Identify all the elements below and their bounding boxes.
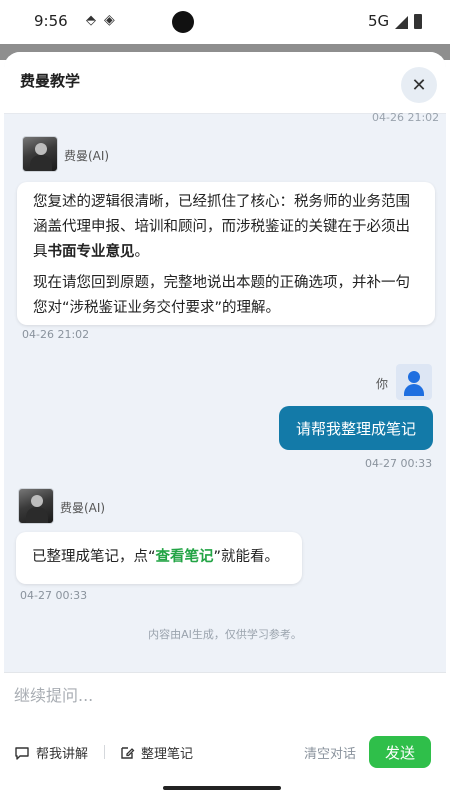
ai-sender-name: 费曼(AI) bbox=[60, 501, 106, 515]
battery-icon bbox=[414, 14, 422, 29]
ai-message-paragraph: 现在请您回到原题，完整地说出本题的正确选项，并补一句您对“涉税鉴证业务交付要求”… bbox=[33, 275, 410, 316]
send-label: 发送 bbox=[384, 743, 415, 762]
status-bar: 9:56 ⬘ ◈ 5G bbox=[0, 0, 450, 44]
ai-message-paragraph: 已整理成笔记，点“查看笔记”就能看。 bbox=[32, 549, 280, 565]
status-time: 9:56 bbox=[34, 12, 68, 30]
network-type: 5G bbox=[368, 12, 390, 30]
ai-message-bubble: 已整理成笔记，点“查看笔记”就能看。 bbox=[16, 532, 302, 584]
explain-button[interactable]: 帮我讲解 bbox=[14, 743, 88, 762]
explain-label: 帮我讲解 bbox=[36, 747, 89, 762]
user-avatar bbox=[396, 364, 432, 400]
camera-cutout bbox=[172, 11, 194, 33]
message-timestamp: 04-27 00:33 bbox=[365, 457, 433, 470]
ai-message-bubble: 您复述的逻辑很清晰，已经抓住了核心：税务师的业务范围涵盖代理申报、培训和顾问，而… bbox=[17, 182, 435, 325]
message-timestamp: 04-27 00:33 bbox=[20, 589, 88, 602]
app-diamond-icon: ◈ bbox=[104, 12, 115, 28]
close-icon: ✕ bbox=[411, 74, 427, 96]
ai-sender-name: 费曼(AI) bbox=[64, 149, 110, 163]
bold-phrase: 书面专业意见 bbox=[47, 244, 135, 260]
sheet-title: 费曼教学 bbox=[20, 72, 81, 90]
view-notes-link[interactable]: 查看笔记 bbox=[156, 549, 214, 565]
clear-conversation-button[interactable]: 清空对话 bbox=[304, 743, 356, 762]
organize-notes-label: 整理笔记 bbox=[141, 747, 194, 762]
nav-arrow-icon: ⬘ bbox=[86, 13, 96, 28]
ai-avatar bbox=[18, 488, 54, 524]
tool-divider bbox=[104, 745, 105, 759]
organize-notes-button[interactable]: 整理笔记 bbox=[119, 743, 193, 762]
question-input[interactable] bbox=[14, 679, 434, 711]
previous-timestamp: 04-26 21:02 bbox=[372, 111, 440, 124]
feynman-sheet: 费曼教学 ✕ 04-26 21:02 费曼(AI) 您复述的逻辑很清晰，已经抓住… bbox=[4, 52, 446, 800]
message-timestamp: 04-26 21:02 bbox=[22, 328, 90, 341]
ai-avatar bbox=[22, 136, 58, 172]
close-button[interactable]: ✕ bbox=[401, 67, 437, 103]
signal-icon bbox=[395, 16, 408, 29]
chat-bubble-icon bbox=[15, 746, 29, 760]
user-sender-name: 你 bbox=[376, 377, 389, 391]
sheet-header: 费曼教学 ✕ bbox=[4, 52, 446, 114]
edit-note-icon bbox=[121, 746, 135, 759]
ai-disclaimer: 内容由AI生成，仅供学习参考。 bbox=[148, 628, 302, 641]
send-button[interactable]: 发送 bbox=[369, 736, 431, 768]
composer: 帮我讲解 整理笔记 清空对话 发送 bbox=[4, 672, 446, 800]
user-message-text: 请帮我整理成笔记 bbox=[295, 419, 416, 438]
home-indicator[interactable] bbox=[163, 786, 281, 790]
user-message-bubble: 请帮我整理成笔记 bbox=[279, 406, 433, 450]
ai-message-paragraph: 您复述的逻辑很清晰，已经抓住了核心：税务师的业务范围涵盖代理申报、培训和顾问，而… bbox=[33, 194, 410, 260]
